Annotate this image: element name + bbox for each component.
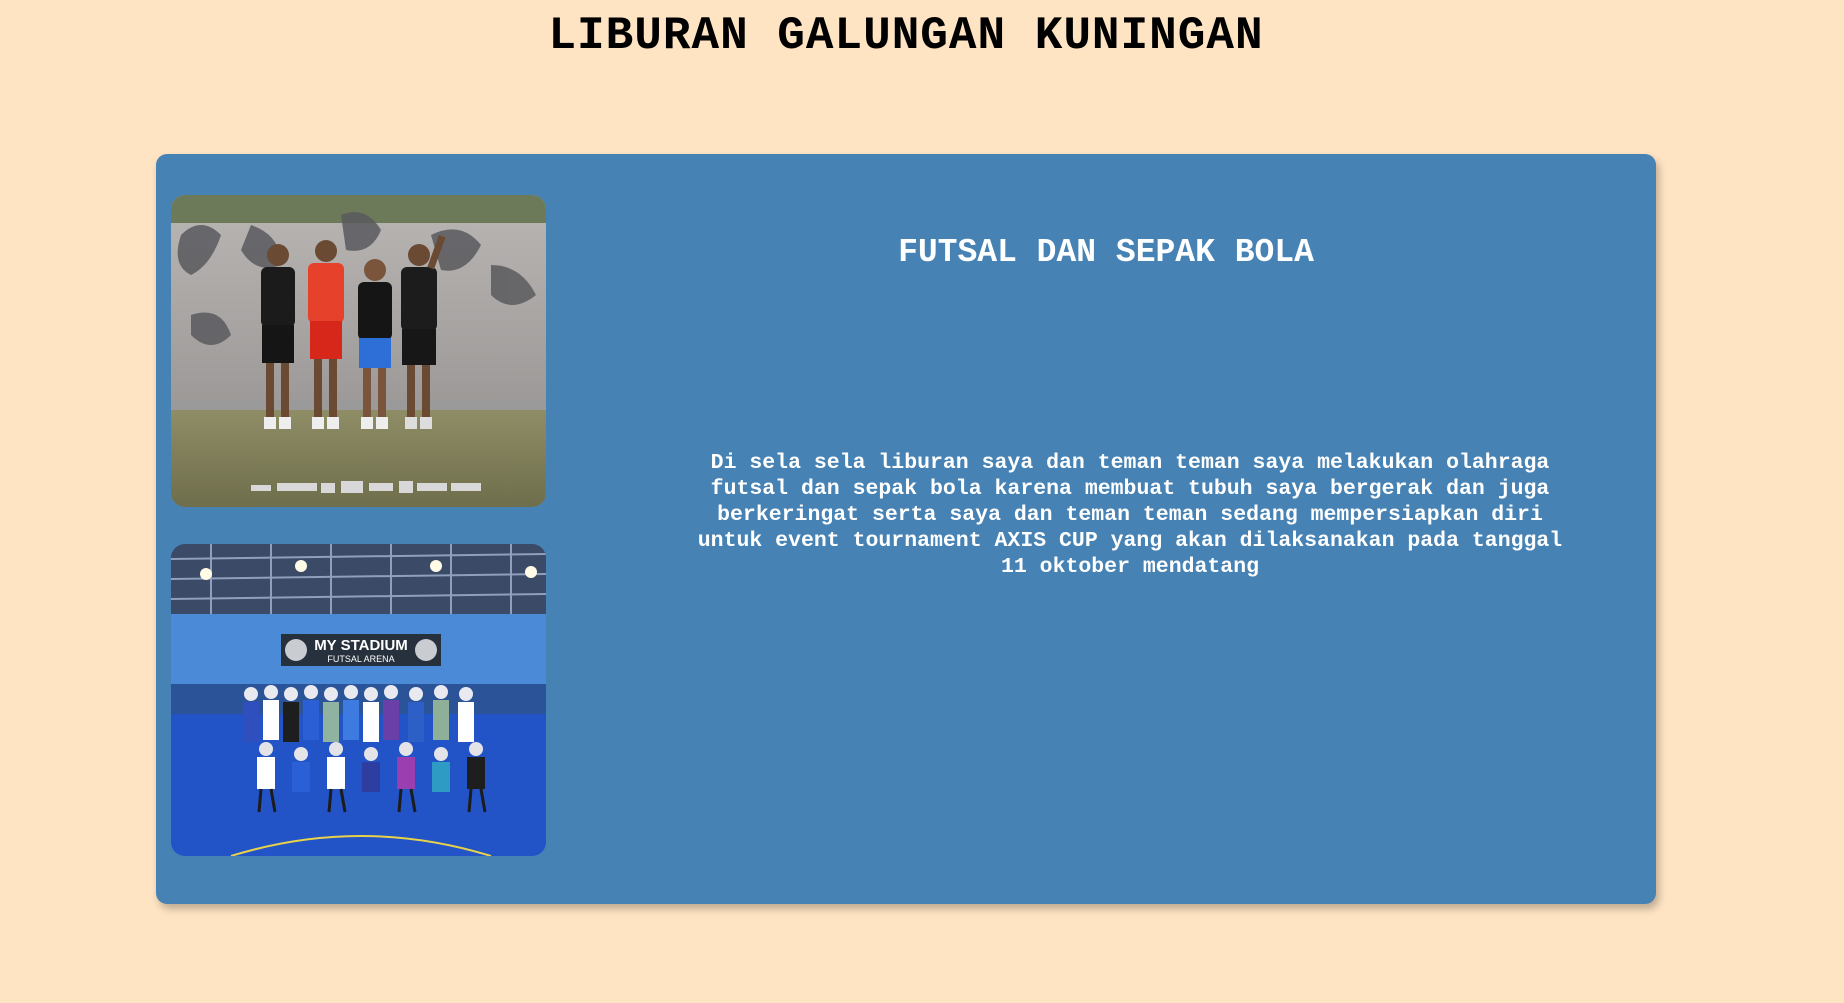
banner-title: MY STADIUM bbox=[314, 637, 408, 654]
card-description: Di sela sela liburan saya dan teman tema… bbox=[697, 451, 1563, 579]
card-heading: FUTSAL DAN SEPAK BOLA bbox=[898, 234, 1314, 271]
page-title: LIBURAN GALUNGAN KUNINGAN bbox=[548, 10, 1264, 62]
activity-card: MY STADIUM FUTSAL ARENA FUTSAL DAN SEPAK… bbox=[156, 154, 1656, 904]
banner-subtitle: FUTSAL ARENA bbox=[327, 654, 394, 664]
football-team-photo bbox=[171, 195, 546, 507]
futsal-team-photo: MY STADIUM FUTSAL ARENA bbox=[171, 544, 546, 856]
